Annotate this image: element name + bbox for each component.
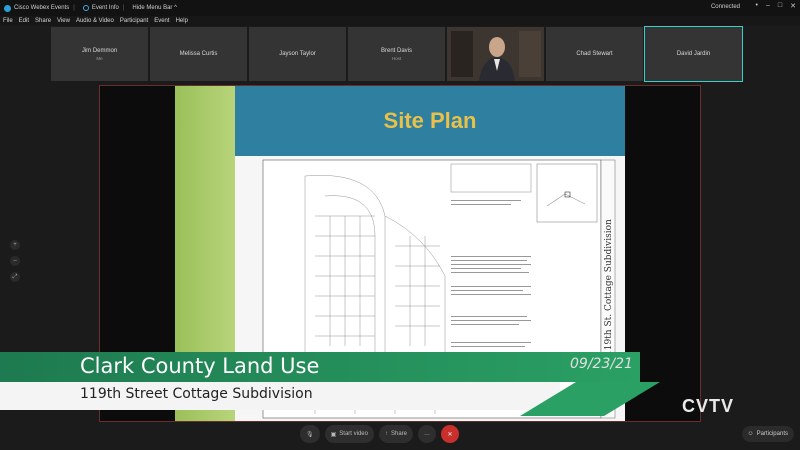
info-icon: [82, 5, 89, 11]
menu-audio-video[interactable]: Audio & Video: [76, 18, 114, 24]
close-button[interactable]: ✕: [790, 2, 796, 10]
connection-status: Connected: [710, 4, 740, 10]
participant-name: Chad Stewart: [576, 51, 613, 57]
participant-tile[interactable]: Jayson Taylor: [249, 27, 346, 81]
participants-panel-button[interactable]: ☺ Participants: [741, 426, 794, 442]
menu-help[interactable]: Help: [176, 18, 188, 24]
slide-title: Site Plan: [383, 108, 477, 133]
mute-button[interactable]: 🎙: [300, 425, 320, 443]
share-button[interactable]: ↑ Share: [378, 425, 413, 443]
menu-share[interactable]: Share: [35, 18, 51, 24]
broadcast-lower-third: Clark County Land Use 119th Street Cotta…: [0, 326, 800, 416]
participant-name: Brent Davis: [380, 47, 412, 54]
participant-tile[interactable]: Brent Davis Host: [348, 27, 445, 81]
webex-logo-icon: [4, 4, 11, 12]
participant-strip: Jim Demmon Me Melissa Curtis Jayson Tayl…: [51, 26, 743, 82]
participant-name: Jim Demmon: [81, 47, 118, 54]
leave-meeting-button[interactable]: ✕: [441, 425, 459, 443]
window-controls: • – □ ✕: [756, 2, 796, 10]
channel-logo: CVTV: [682, 396, 735, 416]
microphone-icon: 🎙: [306, 431, 314, 438]
menu-bar: File Edit Share View Audio & Video Parti…: [0, 16, 800, 26]
lower-third-date: 09/23/21: [570, 356, 633, 372]
participant-tile-active[interactable]: David Jardin: [644, 26, 743, 82]
zoom-out-button[interactable]: –: [10, 256, 20, 266]
title-bar: Cisco Webex Events | Event Info | Hide M…: [0, 0, 800, 16]
participant-name: Melissa Curtis: [179, 51, 218, 57]
meeting-controls: 🎙 ▣ Start video ↑ Share … ✕: [300, 425, 459, 443]
lower-third-title: Clark County Land Use: [80, 354, 320, 378]
maximize-button[interactable]: □: [778, 2, 782, 10]
participant-name: Jayson Taylor: [279, 51, 316, 57]
menu-participant[interactable]: Participant: [120, 18, 148, 24]
app-title: Cisco Webex Events: [4, 4, 69, 12]
menu-edit[interactable]: Edit: [19, 18, 29, 24]
zoom-in-button[interactable]: +: [10, 240, 20, 250]
participant-tile[interactable]: Melissa Curtis: [150, 27, 247, 81]
participant-role: Host: [391, 55, 402, 61]
menu-event[interactable]: Event: [154, 18, 169, 24]
hide-menu-bar-button[interactable]: Hide Menu Bar ^: [132, 5, 177, 11]
zoom-controls: + – ⤢: [10, 240, 20, 282]
window-pin-button[interactable]: •: [756, 2, 758, 10]
start-video-button[interactable]: ▣ Start video: [324, 425, 374, 443]
participant-tile[interactable]: Jim Demmon Me: [51, 27, 148, 81]
participants-icon: ☺: [747, 431, 754, 437]
lower-third-subtitle: 119th Street Cottage Subdivision: [80, 386, 313, 402]
slide-header: Site Plan: [235, 86, 625, 156]
participant-name: David Jardin: [676, 51, 711, 57]
minimize-button[interactable]: –: [766, 2, 770, 10]
fit-to-window-button[interactable]: ⤢: [10, 272, 20, 282]
camera-icon: ▣: [330, 431, 337, 438]
speaker-video-icon: [447, 27, 544, 81]
share-icon: ↑: [384, 431, 388, 437]
event-info-button[interactable]: Event Info: [82, 5, 119, 11]
participant-role: Me: [96, 55, 103, 61]
menu-file[interactable]: File: [3, 18, 13, 24]
participant-video-tile[interactable]: [447, 27, 544, 81]
menu-view[interactable]: View: [57, 18, 70, 24]
more-options-button[interactable]: …: [418, 425, 436, 443]
participant-tile[interactable]: Chad Stewart: [546, 27, 643, 81]
